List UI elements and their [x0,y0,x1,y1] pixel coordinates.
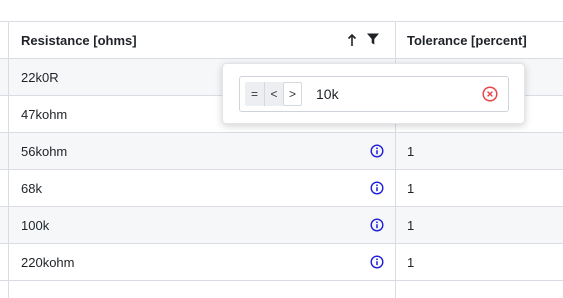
cell-tolerance[interactable]: 1 [407,244,414,280]
table-row: 220kohm 1 [0,244,563,281]
cell-resistance[interactable]: 47kohm [21,96,67,132]
info-icon[interactable] [370,255,384,269]
table-row-partial [0,281,563,298]
header-tolerance[interactable]: Tolerance [percent] [407,22,527,58]
table-row: 56kohm 1 [0,133,563,170]
cell-resistance[interactable]: 68k [21,170,42,206]
operator-equals[interactable]: = [245,82,264,106]
clear-circle-icon[interactable] [482,86,498,102]
filter-value-input[interactable]: 10k [316,77,339,111]
table-header-row: Resistance [ohms] Tolerance [percent] [0,22,563,59]
operator-less-than[interactable]: < [264,82,283,106]
cell-resistance[interactable]: 220kohm [21,244,74,280]
cell-tolerance[interactable]: 1 [407,170,414,206]
filter-input-group: = < > 10k [239,76,509,112]
table-row: 100k 1 [0,207,563,244]
table-row: 68k 1 [0,170,563,207]
cell-resistance[interactable]: 22k0R [21,59,59,95]
info-icon[interactable] [370,181,384,195]
info-icon[interactable] [370,144,384,158]
operator-toggle-group: = < > [245,82,302,106]
filter-icon[interactable] [366,32,380,46]
arrow-up-icon[interactable] [346,31,358,49]
info-icon[interactable] [370,218,384,232]
cell-resistance[interactable]: 56kohm [21,133,67,169]
cell-tolerance[interactable]: 1 [407,133,414,169]
operator-greater-than[interactable]: > [283,82,302,106]
cell-tolerance[interactable]: 1 [407,207,414,243]
cell-resistance[interactable]: 100k [21,207,49,243]
header-resistance[interactable]: Resistance [ohms] [21,22,137,58]
filter-popup: = < > 10k [222,63,525,124]
